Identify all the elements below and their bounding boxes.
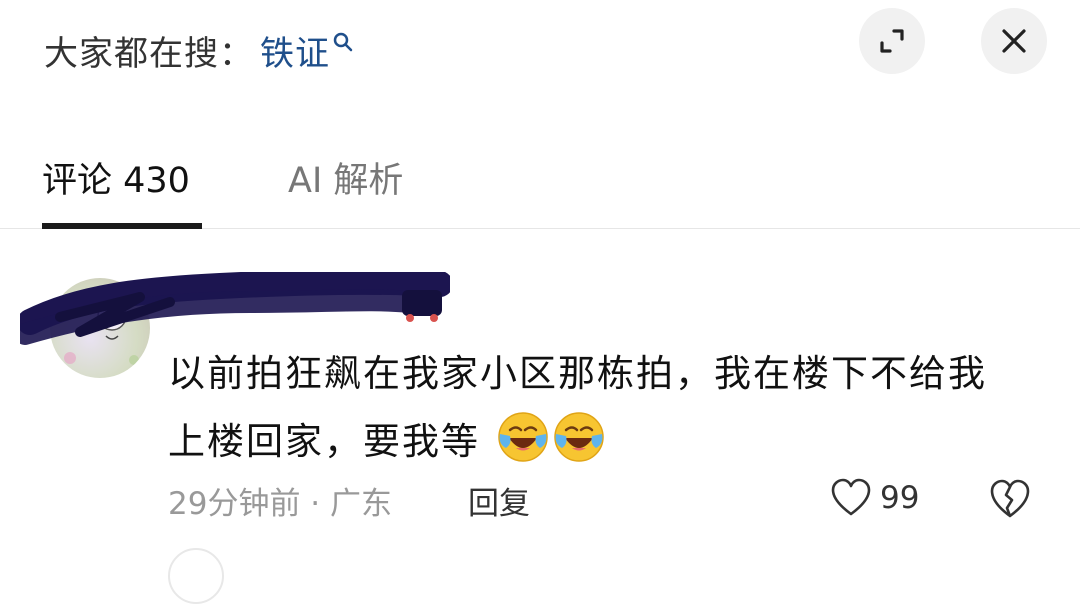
comment-line-2: 上楼回家，要我等 (168, 420, 480, 463)
search-term-link[interactable]: 铁证 (260, 26, 330, 75)
comment-text: 以前拍狂飙在我家小区那栋拍，我在楼下不给我 上楼回家，要我等 (168, 340, 1048, 476)
broken-heart-icon (990, 479, 1030, 518)
tab-bar: 评论 430 AI 解析 (0, 140, 1080, 229)
dislike-button[interactable] (988, 478, 1032, 524)
heart-icon (831, 478, 871, 516)
active-tab-indicator (42, 223, 202, 229)
close-icon (1002, 29, 1026, 53)
comment-line-1: 以前拍狂飙在我家小区那栋拍，我在楼下不给我 (168, 352, 987, 395)
comment-time-location: 29分钟前 · 广东 (168, 486, 393, 522)
like-button[interactable]: 99 (830, 478, 919, 518)
expand-icon (880, 29, 904, 53)
search-icon (333, 32, 353, 52)
search-prefix: 大家都在搜： (44, 33, 254, 74)
reply-button[interactable]: 回复 (468, 478, 530, 523)
like-count: 99 (880, 480, 920, 516)
search-suggestion[interactable]: 大家都在搜： 铁证 (44, 24, 354, 76)
close-button[interactable] (981, 8, 1047, 74)
tab-ai-analysis[interactable]: AI 解析 (288, 152, 403, 203)
laughing-crying-emoji-icon (498, 412, 548, 462)
next-comment-avatar[interactable] (168, 548, 224, 604)
tab-comments[interactable]: 评论 430 (42, 152, 190, 203)
expand-button[interactable] (859, 8, 925, 74)
laughing-crying-emoji-icon (554, 412, 604, 462)
